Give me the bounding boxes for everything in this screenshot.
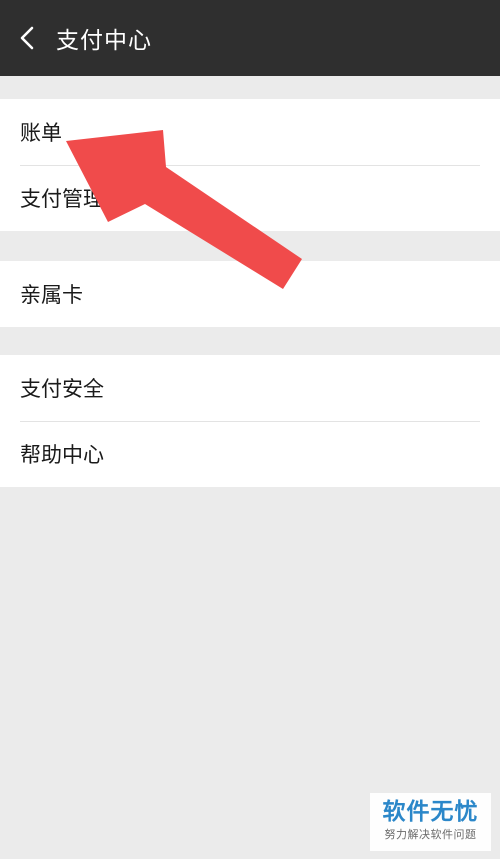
title-bar: 支付中心 (0, 0, 500, 76)
chevron-left-icon (20, 26, 34, 50)
menu-item-family-card[interactable]: 亲属卡 (0, 261, 500, 327)
menu-item-label: 账单 (20, 121, 62, 145)
menu-item-bills[interactable]: 账单 (0, 99, 500, 165)
menu-item-label: 支付安全 (20, 377, 104, 401)
page-title: 支付中心 (56, 28, 152, 54)
menu-item-payment-management[interactable]: 支付管理 (0, 165, 500, 231)
menu-group-bills: 账单 支付管理 (0, 99, 500, 231)
menu-group-family-card: 亲属卡 (0, 261, 500, 327)
back-button[interactable] (0, 0, 56, 76)
watermark-logo: 软件无忧 努力解决软件问题 (370, 793, 491, 851)
menu-group-security-help: 支付安全 帮助中心 (0, 355, 500, 487)
menu-item-label: 亲属卡 (20, 283, 83, 307)
menu-item-label: 帮助中心 (20, 443, 104, 467)
watermark-subtitle: 努力解决软件问题 (384, 828, 477, 841)
watermark-title: 软件无忧 (382, 799, 479, 825)
menu-item-payment-security[interactable]: 支付安全 (0, 355, 500, 421)
menu-item-label: 支付管理 (20, 187, 104, 211)
menu-item-help-center[interactable]: 帮助中心 (0, 421, 500, 487)
